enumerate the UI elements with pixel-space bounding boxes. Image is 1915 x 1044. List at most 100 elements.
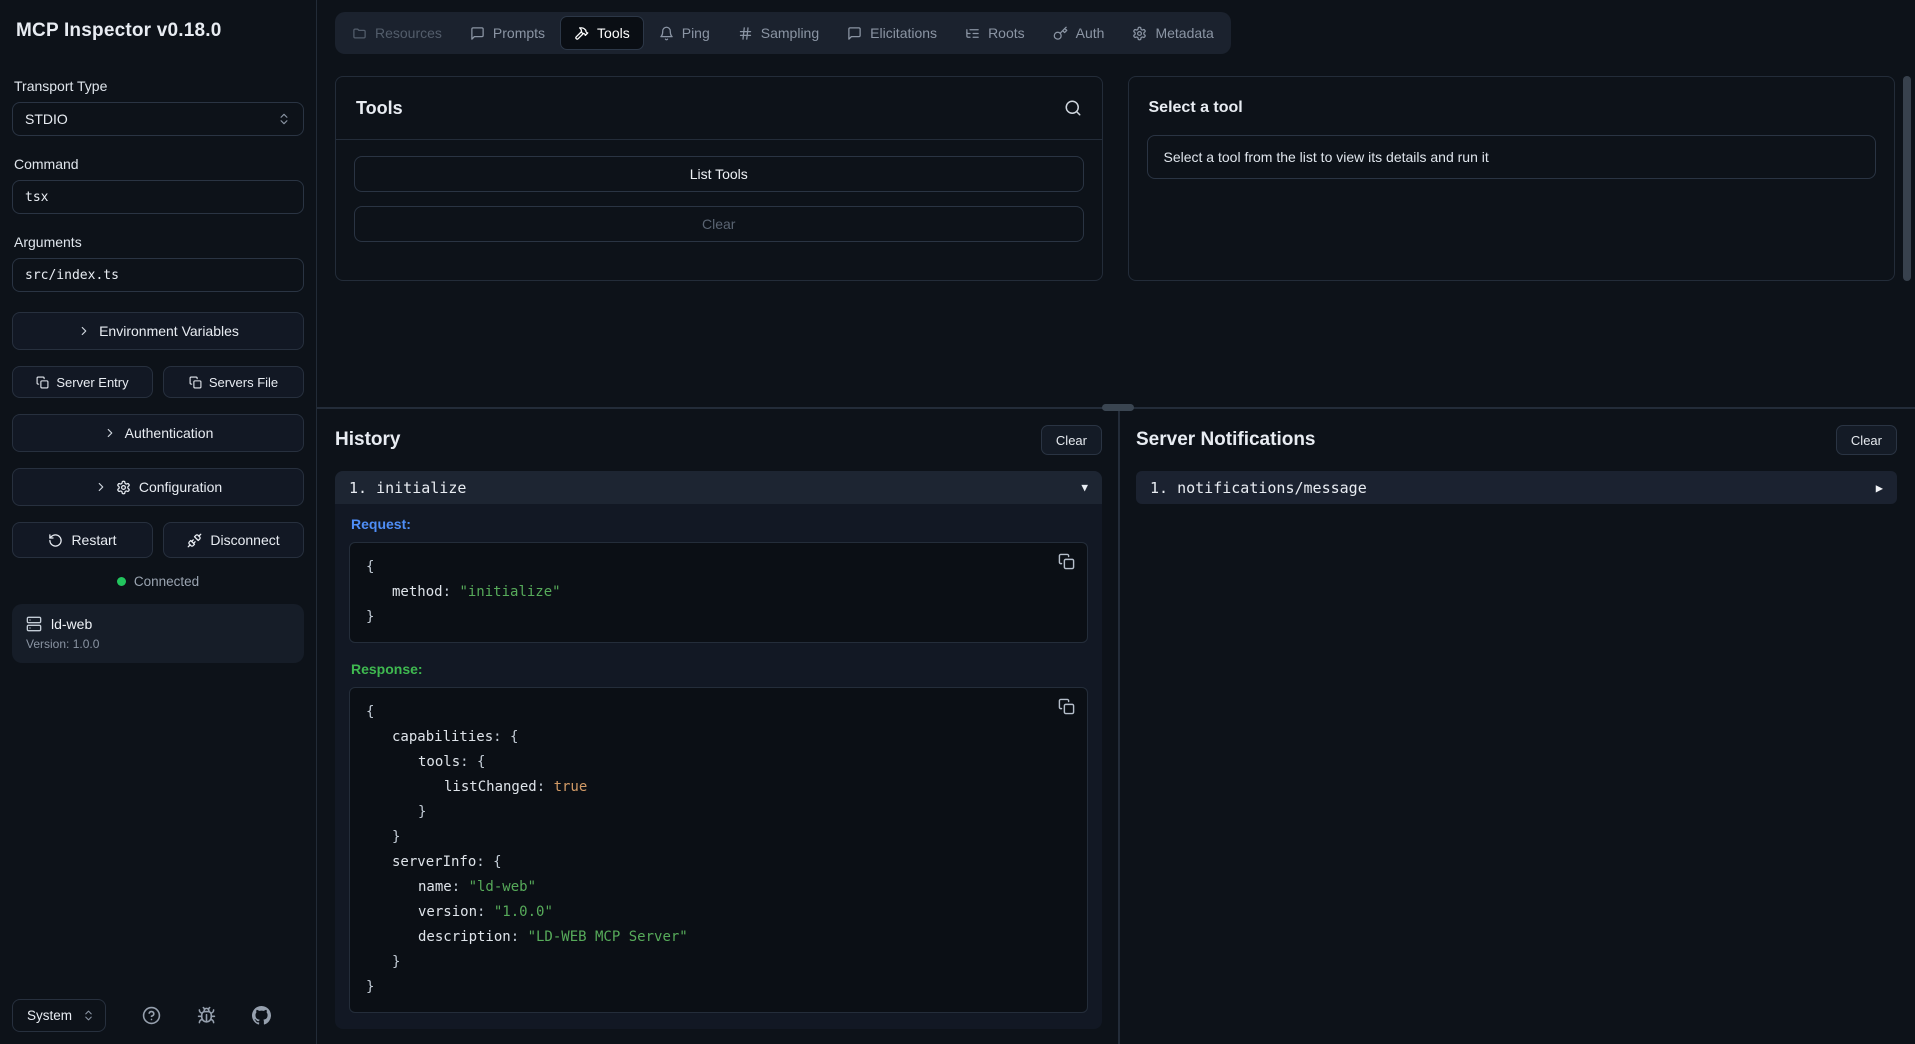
server-file-buttons: Server Entry Servers File: [12, 366, 304, 398]
github-button[interactable]: [252, 1006, 271, 1025]
history-entry-header[interactable]: 1. initialize ▼: [335, 471, 1102, 504]
gear-icon: [116, 480, 131, 495]
command-input[interactable]: [12, 180, 304, 214]
chevron-right-icon: [77, 324, 91, 338]
history-section: History Clear 1. initialize ▼ Request: {…: [317, 409, 1118, 1044]
copy-icon: [36, 376, 49, 389]
transport-type-label: Transport Type: [14, 78, 302, 94]
chevrons-up-down-icon: [277, 112, 291, 126]
resources-icon: [352, 26, 367, 41]
scrollbar[interactable]: [1903, 76, 1911, 281]
notifications-title: Server Notifications: [1136, 429, 1316, 451]
theme-select[interactable]: System: [12, 999, 106, 1032]
sidebar: MCP Inspector v0.18.0 Transport Type STD…: [0, 0, 317, 1044]
main-content: Resources Prompts Tools Ping Sampling El…: [317, 0, 1915, 1044]
configuration-button[interactable]: Configuration: [12, 468, 304, 506]
tools-panel-title: Tools: [356, 98, 403, 119]
history-title: History: [335, 429, 400, 451]
notification-entry[interactable]: 1. notifications/message ▶: [1136, 471, 1897, 504]
arguments-input[interactable]: [12, 258, 304, 292]
copy-response-button[interactable]: [1058, 698, 1075, 715]
response-code-block: {capabilities: {tools: {listChanged: tru…: [349, 687, 1088, 1013]
horizontal-resize-divider[interactable]: [317, 407, 1915, 409]
bottom-area: History Clear 1. initialize ▼ Request: {…: [317, 409, 1915, 1044]
connected-dot: [117, 577, 126, 586]
servers-file-button[interactable]: Servers File: [163, 366, 304, 398]
chevron-right-icon: [94, 480, 108, 494]
restart-button[interactable]: Restart: [12, 522, 153, 558]
bug-icon: [197, 1006, 216, 1025]
list-tools-button[interactable]: List Tools: [354, 156, 1084, 192]
request-json: {method: "initialize"}: [366, 555, 1071, 630]
app-title: MCP Inspector v0.18.0: [16, 20, 300, 42]
clear-notifications-button[interactable]: Clear: [1836, 425, 1897, 455]
theme-value: System: [27, 1008, 72, 1023]
copy-request-button[interactable]: [1058, 553, 1075, 570]
tab-prompts[interactable]: Prompts: [457, 16, 558, 50]
tab-ping[interactable]: Ping: [646, 16, 723, 50]
arguments-field: Arguments: [12, 234, 304, 292]
chevron-right-icon: [103, 426, 117, 440]
message-icon: [847, 26, 862, 41]
tab-resources[interactable]: Resources: [339, 16, 455, 50]
configuration-label: Configuration: [139, 479, 222, 495]
tab-sampling[interactable]: Sampling: [725, 16, 832, 50]
tab-label: Resources: [375, 25, 442, 41]
search-icon[interactable]: [1064, 99, 1082, 117]
tab-tools[interactable]: Tools: [560, 16, 644, 50]
tab-bar: Resources Prompts Tools Ping Sampling El…: [335, 12, 1231, 54]
clear-tools-button[interactable]: Clear: [354, 206, 1084, 242]
disconnect-label: Disconnect: [210, 532, 279, 548]
transport-field: Transport Type STDIO: [12, 78, 304, 136]
collapse-icon: ▼: [1081, 481, 1088, 494]
server-entry-button[interactable]: Server Entry: [12, 366, 153, 398]
top-area: Resources Prompts Tools Ping Sampling El…: [317, 0, 1915, 407]
copy-icon: [1058, 698, 1075, 715]
files-icon: [189, 376, 202, 389]
clear-history-button[interactable]: Clear: [1041, 425, 1102, 455]
copy-icon: [1058, 553, 1075, 570]
environment-variables-button[interactable]: Environment Variables: [12, 312, 304, 350]
tab-label: Sampling: [761, 25, 819, 41]
github-icon: [252, 1006, 271, 1025]
tab-label: Metadata: [1155, 25, 1213, 41]
tree-icon: [965, 26, 980, 41]
debug-button[interactable]: [197, 1006, 216, 1025]
transport-type-select[interactable]: STDIO: [12, 102, 304, 136]
server-version: Version: 1.0.0: [26, 637, 290, 651]
authentication-button[interactable]: Authentication: [12, 414, 304, 452]
tab-roots[interactable]: Roots: [952, 16, 1038, 50]
help-button[interactable]: [142, 1006, 161, 1025]
response-label: Response:: [351, 661, 1088, 677]
panels-row: Tools List Tools Clear Select a tool Sel…: [335, 76, 1895, 281]
servers-file-label: Servers File: [209, 375, 278, 390]
connection-status-text: Connected: [134, 574, 199, 589]
request-code-block: {method: "initialize"}: [349, 542, 1088, 643]
notification-entry-title: 1. notifications/message: [1150, 479, 1367, 497]
tab-label: Tools: [597, 25, 630, 41]
environment-variables-label: Environment Variables: [99, 323, 239, 339]
resize-handle[interactable]: [1102, 404, 1134, 411]
server-name: ld-web: [51, 616, 92, 632]
connection-buttons: Restart Disconnect: [12, 522, 304, 558]
bell-icon: [659, 26, 674, 41]
tab-label: Roots: [988, 25, 1025, 41]
tab-metadata[interactable]: Metadata: [1119, 16, 1226, 50]
tab-elicitations[interactable]: Elicitations: [834, 16, 950, 50]
help-circle-icon: [142, 1006, 161, 1025]
key-icon: [1053, 26, 1068, 41]
server-info-card: ld-web Version: 1.0.0: [12, 604, 304, 663]
authentication-label: Authentication: [125, 425, 214, 441]
gear-icon: [1132, 26, 1147, 41]
disconnect-button[interactable]: Disconnect: [163, 522, 304, 558]
command-label: Command: [14, 156, 302, 172]
notifications-section: Server Notifications Clear 1. notificati…: [1120, 409, 1915, 1044]
server-entry-label: Server Entry: [56, 375, 128, 390]
history-entry-title: 1. initialize: [349, 479, 466, 497]
tab-auth[interactable]: Auth: [1040, 16, 1118, 50]
hammer-icon: [574, 26, 589, 41]
tab-label: Prompts: [493, 25, 545, 41]
tool-details-panel: Select a tool Select a tool from the lis…: [1128, 76, 1896, 281]
tool-details-title: Select a tool: [1149, 99, 1243, 117]
request-label: Request:: [351, 516, 1088, 532]
